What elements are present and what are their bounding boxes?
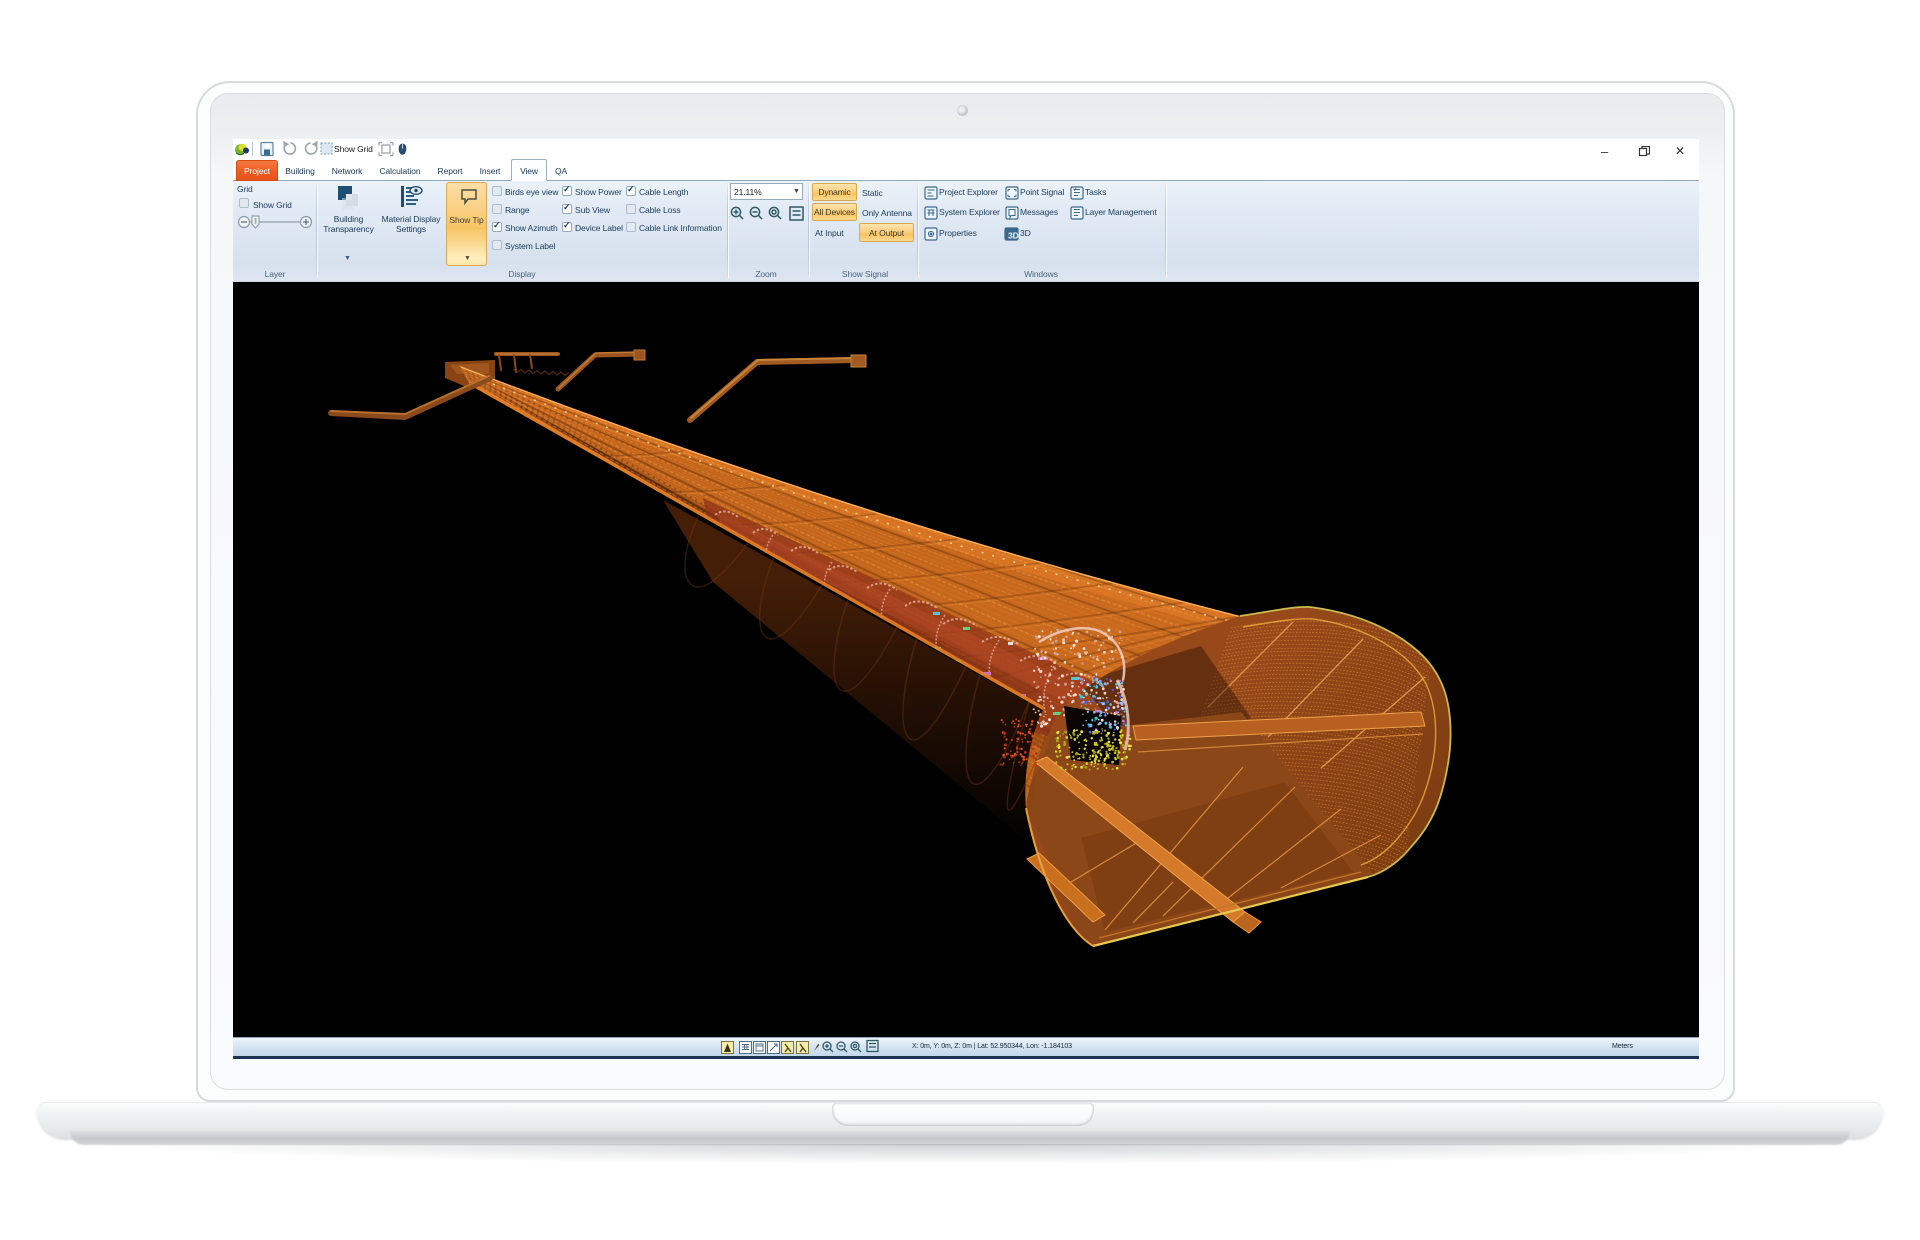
svg-text:Show Grid: Show Grid	[334, 144, 373, 154]
svg-text:3D: 3D	[1008, 231, 1019, 241]
